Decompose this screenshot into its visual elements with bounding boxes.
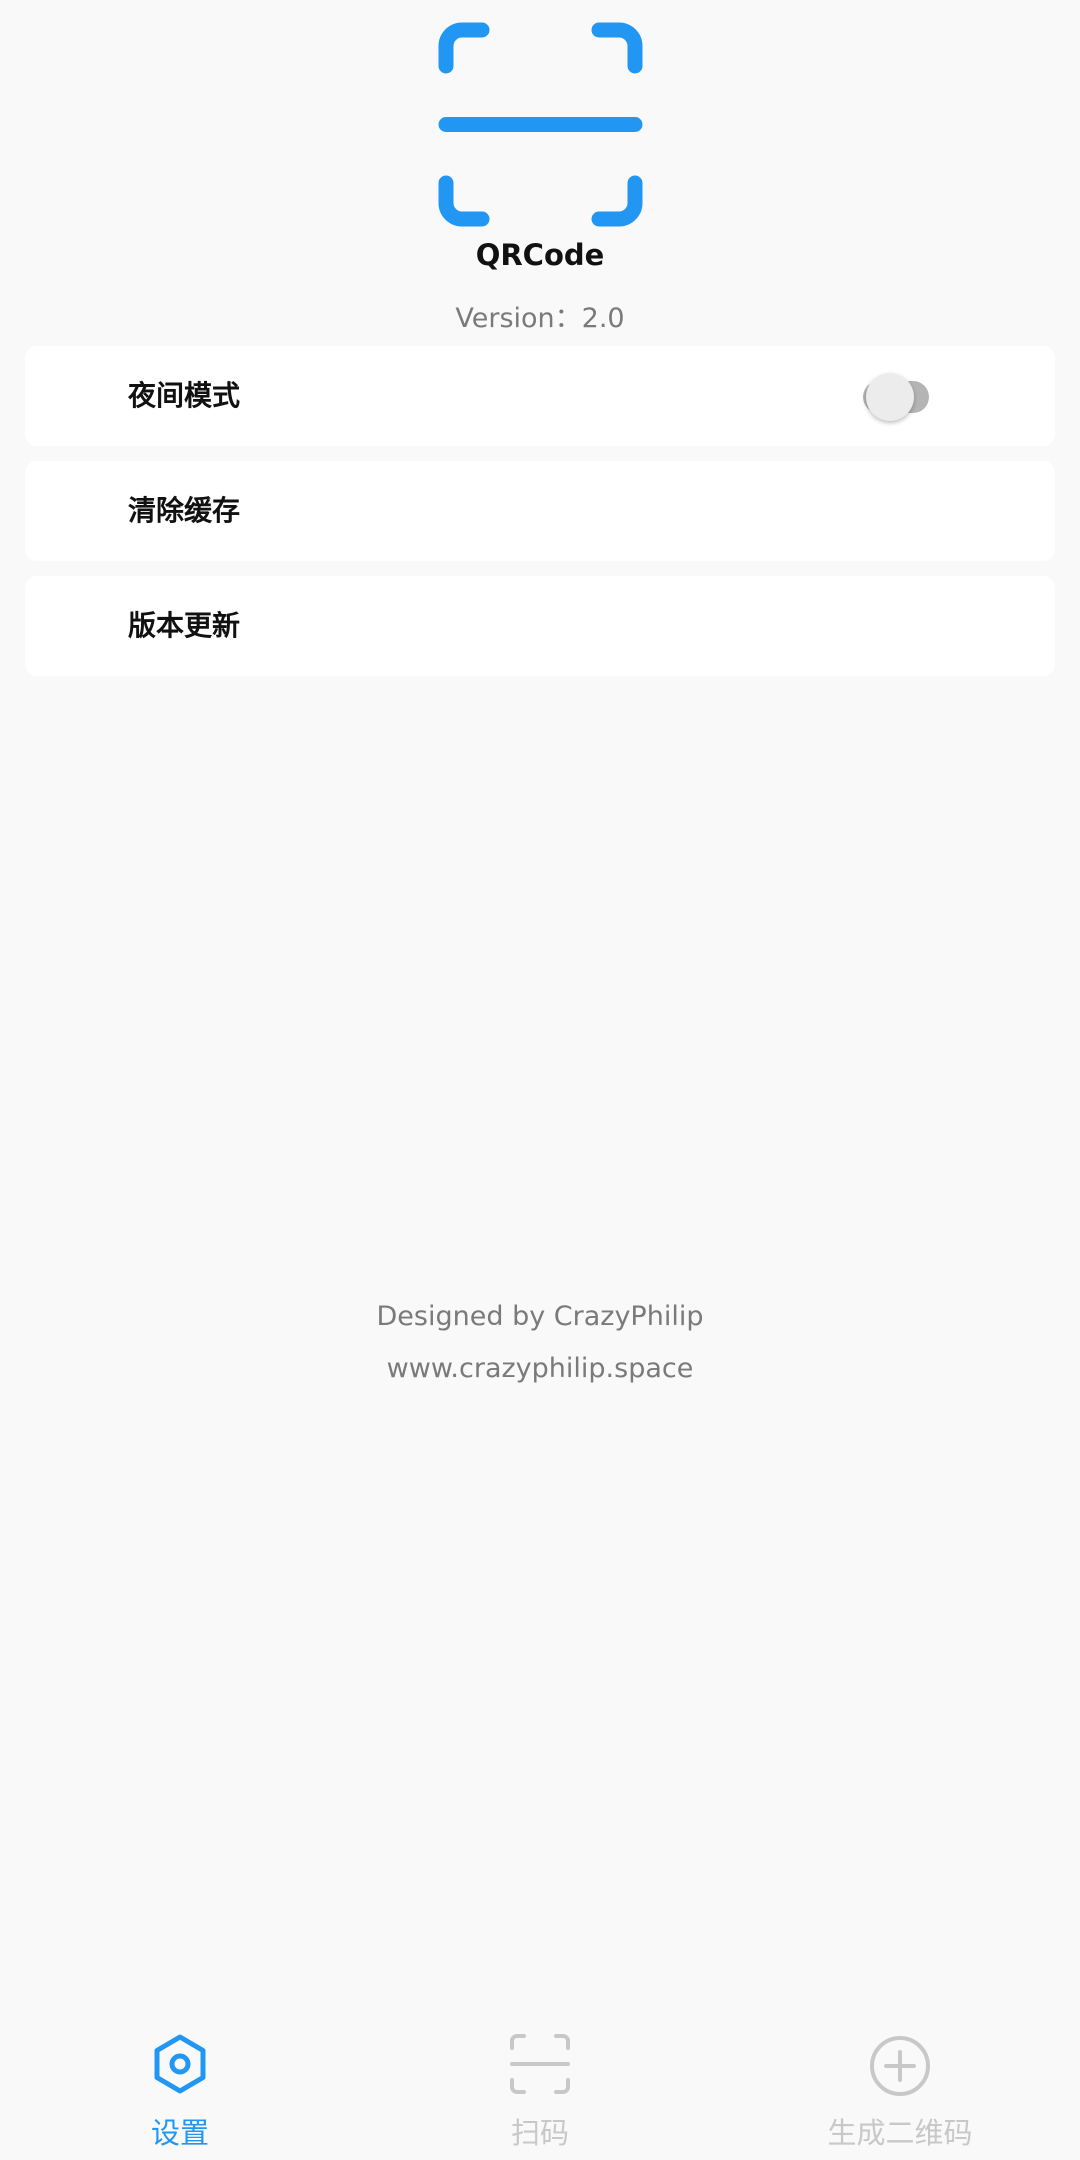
clear-cache-row[interactable]: 清除缓存	[25, 461, 1055, 561]
nav-tab-scan[interactable]: 扫码	[440, 2020, 640, 2160]
nav-label-settings: 设置	[150, 2116, 209, 2150]
night-mode-toggle[interactable]	[843, 372, 949, 421]
settings-page: QRCode Version：2.0 夜间模式 清除缓存 版本更新 Design…	[0, 0, 1080, 2160]
settings-hexagon-icon	[154, 2034, 206, 2094]
night-mode-row[interactable]: 夜间模式	[25, 346, 1055, 446]
nav-label-scan: 扫码	[510, 2116, 569, 2150]
nav-label-generate: 生成二维码	[827, 2116, 973, 2150]
scan-icon	[510, 2034, 570, 2094]
app-version: Version：2.0	[455, 303, 625, 334]
check-update-row[interactable]: 版本更新	[25, 576, 1055, 676]
toggle-knob	[866, 373, 914, 421]
nav-tab-generate[interactable]: 生成二维码	[800, 2020, 1000, 2160]
nav-tab-settings[interactable]: 设置	[80, 2020, 280, 2160]
website-link[interactable]: www.crazyphilip.space	[0, 1353, 1080, 1384]
check-update-label: 版本更新	[128, 609, 241, 642]
bottom-navigation: 设置 扫码 生成二维码	[0, 2020, 1080, 2160]
qr-scan-logo-icon	[438, 22, 643, 227]
night-mode-label: 夜间模式	[128, 379, 241, 412]
app-name: QRCode	[475, 238, 605, 272]
plus-circle-icon	[870, 2036, 930, 2096]
clear-cache-label: 清除缓存	[128, 494, 241, 527]
designer-credit: Designed by CrazyPhilip	[376, 1301, 704, 1332]
